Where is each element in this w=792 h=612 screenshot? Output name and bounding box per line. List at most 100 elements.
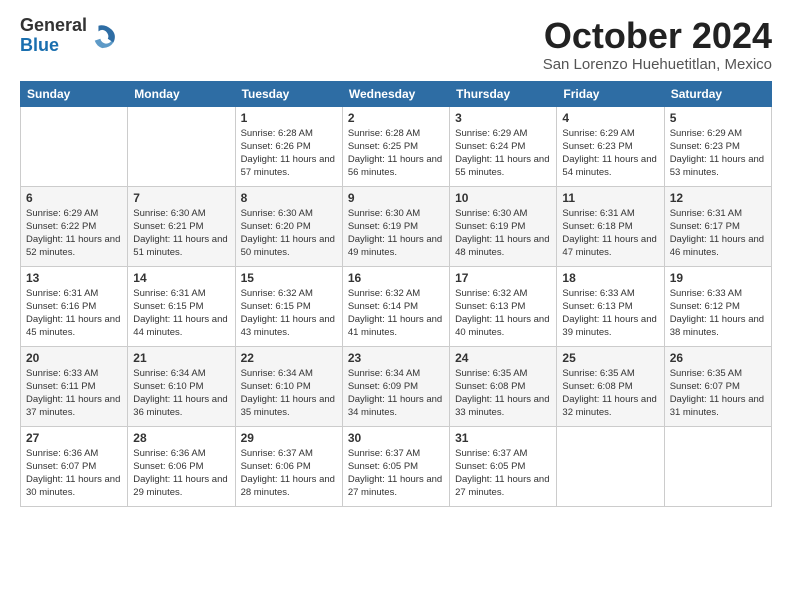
calendar-cell: 6 Sunrise: 6:29 AM Sunset: 6:22 PM Daylig… [21,186,128,266]
day-number: 18 [562,271,658,285]
header-sunday: Sunday [21,81,128,106]
day-number: 17 [455,271,551,285]
calendar-table: Sunday Monday Tuesday Wednesday Thursday… [20,81,772,507]
day-number: 30 [348,431,444,445]
header-saturday: Saturday [664,81,771,106]
day-number: 31 [455,431,551,445]
title-block: October 2024 San Lorenzo Huehuetitlan, M… [543,16,772,73]
calendar-cell [21,106,128,186]
day-info: Sunrise: 6:29 AM Sunset: 6:23 PM Dayligh… [562,127,658,180]
day-info: Sunrise: 6:28 AM Sunset: 6:25 PM Dayligh… [348,127,444,180]
logo-blue: Blue [20,36,87,56]
calendar-week-3: 13 Sunrise: 6:31 AM Sunset: 6:16 PM Dayli… [21,266,772,346]
day-info: Sunrise: 6:34 AM Sunset: 6:10 PM Dayligh… [133,367,229,420]
day-info: Sunrise: 6:33 AM Sunset: 6:12 PM Dayligh… [670,287,766,340]
day-info: Sunrise: 6:29 AM Sunset: 6:24 PM Dayligh… [455,127,551,180]
day-number: 9 [348,191,444,205]
calendar-cell: 20Sunrise: 6:33 AM Sunset: 6:11 PM Dayli… [21,346,128,426]
calendar-header: Sunday Monday Tuesday Wednesday Thursday… [21,81,772,106]
day-number: 24 [455,351,551,365]
day-info: Sunrise: 6:34 AM Sunset: 6:09 PM Dayligh… [348,367,444,420]
day-info: Sunrise: 6:31 AM Sunset: 6:15 PM Dayligh… [133,287,229,340]
day-info: Sunrise: 6:29 AM Sunset: 6:22 PM Dayligh… [26,207,122,260]
day-info: Sunrise: 6:37 AM Sunset: 6:06 PM Dayligh… [241,447,337,500]
day-info: Sunrise: 6:34 AM Sunset: 6:10 PM Dayligh… [241,367,337,420]
day-number: 28 [133,431,229,445]
day-number: 21 [133,351,229,365]
calendar-cell: 3 Sunrise: 6:29 AM Sunset: 6:24 PM Daylig… [450,106,557,186]
day-info: Sunrise: 6:35 AM Sunset: 6:07 PM Dayligh… [670,367,766,420]
page-container: General Blue October 2024 San Lorenzo Hu… [0,0,792,517]
calendar-cell: 21 Sunrise: 6:34 AM Sunset: 6:10 PM Dayli… [128,346,235,426]
day-info: Sunrise: 6:30 AM Sunset: 6:21 PM Dayligh… [133,207,229,260]
calendar-cell: 11Sunrise: 6:31 AM Sunset: 6:18 PM Dayli… [557,186,664,266]
day-number: 13 [26,271,122,285]
calendar-cell: 28 Sunrise: 6:36 AM Sunset: 6:06 PM Dayli… [128,426,235,506]
header-thursday: Thursday [450,81,557,106]
calendar-cell [664,426,771,506]
day-number: 27 [26,431,122,445]
calendar-cell: 18 Sunrise: 6:33 AM Sunset: 6:13 PM Dayli… [557,266,664,346]
month-title: October 2024 [543,16,772,56]
day-number: 3 [455,111,551,125]
header-row: Sunday Monday Tuesday Wednesday Thursday… [21,81,772,106]
calendar-cell: 23 Sunrise: 6:34 AM Sunset: 6:09 PM Dayli… [342,346,449,426]
day-info: Sunrise: 6:30 AM Sunset: 6:19 PM Dayligh… [348,207,444,260]
day-number: 23 [348,351,444,365]
header-tuesday: Tuesday [235,81,342,106]
day-number: 26 [670,351,766,365]
calendar-cell: 4Sunrise: 6:29 AM Sunset: 6:23 PM Daylig… [557,106,664,186]
calendar-week-1: 1Sunrise: 6:28 AM Sunset: 6:26 PM Daylig… [21,106,772,186]
calendar-week-4: 20Sunrise: 6:33 AM Sunset: 6:11 PM Dayli… [21,346,772,426]
calendar-cell: 10Sunrise: 6:30 AM Sunset: 6:19 PM Dayli… [450,186,557,266]
day-info: Sunrise: 6:36 AM Sunset: 6:07 PM Dayligh… [26,447,122,500]
calendar-cell: 24 Sunrise: 6:35 AM Sunset: 6:08 PM Dayli… [450,346,557,426]
day-number: 16 [348,271,444,285]
header: General Blue October 2024 San Lorenzo Hu… [20,16,772,73]
day-number: 7 [133,191,229,205]
calendar-cell: 1Sunrise: 6:28 AM Sunset: 6:26 PM Daylig… [235,106,342,186]
day-info: Sunrise: 6:32 AM Sunset: 6:15 PM Dayligh… [241,287,337,340]
day-number: 8 [241,191,337,205]
calendar-cell: 26 Sunrise: 6:35 AM Sunset: 6:07 PM Dayli… [664,346,771,426]
day-number: 22 [241,351,337,365]
day-number: 2 [348,111,444,125]
calendar-cell: 22 Sunrise: 6:34 AM Sunset: 6:10 PM Dayli… [235,346,342,426]
header-friday: Friday [557,81,664,106]
calendar-cell: 8Sunrise: 6:30 AM Sunset: 6:20 PM Daylig… [235,186,342,266]
day-number: 20 [26,351,122,365]
day-info: Sunrise: 6:31 AM Sunset: 6:16 PM Dayligh… [26,287,122,340]
logo-text-block: General Blue [20,16,119,56]
calendar-cell: 13 Sunrise: 6:31 AM Sunset: 6:16 PM Dayli… [21,266,128,346]
calendar-cell: 16Sunrise: 6:32 AM Sunset: 6:14 PM Dayli… [342,266,449,346]
calendar-cell: 25 Sunrise: 6:35 AM Sunset: 6:08 PM Dayli… [557,346,664,426]
day-info: Sunrise: 6:37 AM Sunset: 6:05 PM Dayligh… [348,447,444,500]
calendar-cell: 31Sunrise: 6:37 AM Sunset: 6:05 PM Dayli… [450,426,557,506]
calendar-cell: 15 Sunrise: 6:32 AM Sunset: 6:15 PM Dayli… [235,266,342,346]
day-info: Sunrise: 6:31 AM Sunset: 6:18 PM Dayligh… [562,207,658,260]
day-info: Sunrise: 6:36 AM Sunset: 6:06 PM Dayligh… [133,447,229,500]
calendar-cell: 27 Sunrise: 6:36 AM Sunset: 6:07 PM Dayli… [21,426,128,506]
logo-text: General Blue [20,16,87,56]
day-number: 19 [670,271,766,285]
header-wednesday: Wednesday [342,81,449,106]
day-info: Sunrise: 6:35 AM Sunset: 6:08 PM Dayligh… [455,367,551,420]
day-info: Sunrise: 6:35 AM Sunset: 6:08 PM Dayligh… [562,367,658,420]
day-number: 6 [26,191,122,205]
calendar-week-5: 27 Sunrise: 6:36 AM Sunset: 6:07 PM Dayli… [21,426,772,506]
location-title: San Lorenzo Huehuetitlan, Mexico [543,56,772,73]
calendar-cell: 19 Sunrise: 6:33 AM Sunset: 6:12 PM Dayli… [664,266,771,346]
day-info: Sunrise: 6:31 AM Sunset: 6:17 PM Dayligh… [670,207,766,260]
calendar-cell: 7 Sunrise: 6:30 AM Sunset: 6:21 PM Daylig… [128,186,235,266]
day-number: 5 [670,111,766,125]
logo-icon [91,22,119,50]
calendar-cell: 14Sunrise: 6:31 AM Sunset: 6:15 PM Dayli… [128,266,235,346]
calendar-cell: 30 Sunrise: 6:37 AM Sunset: 6:05 PM Dayli… [342,426,449,506]
day-number: 15 [241,271,337,285]
day-info: Sunrise: 6:32 AM Sunset: 6:13 PM Dayligh… [455,287,551,340]
calendar-cell [128,106,235,186]
calendar-cell: 2 Sunrise: 6:28 AM Sunset: 6:25 PM Daylig… [342,106,449,186]
day-info: Sunrise: 6:33 AM Sunset: 6:13 PM Dayligh… [562,287,658,340]
day-number: 25 [562,351,658,365]
calendar-cell: 5Sunrise: 6:29 AM Sunset: 6:23 PM Daylig… [664,106,771,186]
